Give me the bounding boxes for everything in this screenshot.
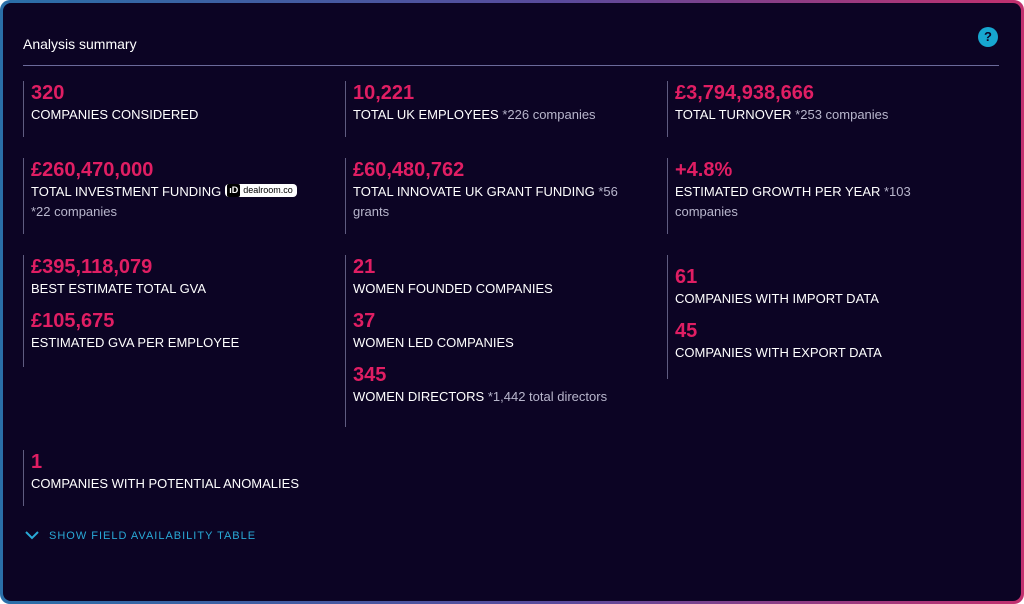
stat-growth: +4.8% ESTIMATED GROWTH PER YEAR *103 com… (667, 158, 987, 234)
panel-frame: Analysis summary ? 320 COMPANIES CONSIDE… (0, 0, 1024, 604)
stat-label-text: TOTAL INNOVATE UK GRANT FUNDING (353, 184, 595, 199)
stat-label-text: ESTIMATED GROWTH PER YEAR (675, 184, 881, 199)
stat-label: WOMEN FOUNDED COMPANIES (353, 281, 553, 296)
stat-turnover: £3,794,938,666 TOTAL TURNOVER *253 compa… (667, 81, 987, 137)
show-field-availability-toggle[interactable]: SHOW FIELD AVAILABILITY TABLE (25, 530, 256, 542)
stat-label-text: TOTAL UK EMPLOYEES (353, 107, 499, 122)
stat-label: ESTIMATED GROWTH PER YEAR *103 companies (675, 182, 925, 222)
stat-value: £260,470,000 (31, 159, 154, 181)
stat-label-text: TOTAL TURNOVER (675, 107, 792, 122)
panel-title: Analysis summary (23, 36, 137, 52)
stat-label: ESTIMATED GVA PER EMPLOYEE (31, 335, 240, 350)
stat-label: TOTAL INNOVATE UK GRANT FUNDING *56 gran… (353, 182, 633, 222)
dealroom-logo-icon: ıD (227, 184, 241, 198)
stat-companies-considered: 320 COMPANIES CONSIDERED (23, 81, 323, 137)
stat-value: 21 (353, 256, 376, 278)
stat-label: WOMEN DIRECTORS *1,442 total directors (353, 387, 645, 407)
stat-value: £60,480,762 (353, 159, 465, 181)
analysis-summary-panel: Analysis summary ? 320 COMPANIES CONSIDE… (3, 3, 1021, 601)
stat-value: £105,675 (31, 310, 115, 332)
stat-uk-employees: 10,221 TOTAL UK EMPLOYEES *226 companies (345, 81, 645, 137)
dealroom-badge[interactable]: ıD dealroom.co (225, 184, 297, 198)
stat-note: *253 companies (795, 107, 889, 122)
stat-women-group: 21 WOMEN FOUNDED COMPANIES 37 WOMEN LED … (345, 255, 645, 427)
stat-value: 345 (353, 364, 387, 386)
divider (23, 65, 999, 66)
stat-label: COMPANIES WITH IMPORT DATA (675, 291, 879, 306)
stat-label-text: TOTAL INVESTMENT FUNDING (31, 184, 222, 199)
stat-label: TOTAL INVESTMENT FUNDING ıD dealroom.co (31, 182, 323, 202)
stat-note: *22 companies (31, 204, 117, 219)
stat-label: TOTAL UK EMPLOYEES *226 companies (353, 105, 645, 125)
toggle-label: SHOW FIELD AVAILABILITY TABLE (49, 530, 257, 542)
chevron-down-icon (25, 530, 39, 540)
stat-label: BEST ESTIMATE TOTAL GVA (31, 281, 207, 296)
stat-trade-group: 61 COMPANIES WITH IMPORT DATA 45 COMPANI… (667, 255, 987, 379)
stat-value: 10,221 (353, 82, 415, 104)
stat-value: 37 (353, 310, 376, 332)
stat-investment-funding: £260,470,000 TOTAL INVESTMENT FUNDING ıD d… (23, 158, 323, 234)
stat-value: 45 (675, 320, 698, 342)
stat-value: 320 (31, 82, 65, 104)
stat-value: +4.8% (675, 159, 733, 181)
help-icon[interactable]: ? (978, 27, 998, 47)
stat-note: *1,442 total directors (487, 389, 608, 404)
stat-label: COMPANIES WITH POTENTIAL ANOMALIES (31, 476, 299, 491)
stat-label-text: WOMEN DIRECTORS (353, 389, 485, 404)
stat-label: TOTAL TURNOVER *253 companies (675, 105, 987, 125)
stat-note: *226 companies (502, 107, 596, 122)
stat-anomalies: 1 COMPANIES WITH POTENTIAL ANOMALIES (23, 450, 323, 506)
stat-value: £3,794,938,666 (675, 82, 815, 104)
stat-label: COMPANIES WITH EXPORT DATA (675, 345, 882, 360)
stat-innovate-grant: £60,480,762 TOTAL INNOVATE UK GRANT FUND… (345, 158, 645, 234)
dealroom-badge-text: dealroom.co (243, 185, 293, 196)
stat-label: COMPANIES CONSIDERED (31, 107, 199, 122)
stat-value: £395,118,079 (31, 256, 153, 278)
stat-gva-group: £395,118,079 BEST ESTIMATE TOTAL GVA £10… (23, 255, 323, 367)
stat-value: 1 (31, 451, 43, 473)
stat-value: 61 (675, 266, 698, 288)
stat-label: WOMEN LED COMPANIES (353, 335, 514, 350)
